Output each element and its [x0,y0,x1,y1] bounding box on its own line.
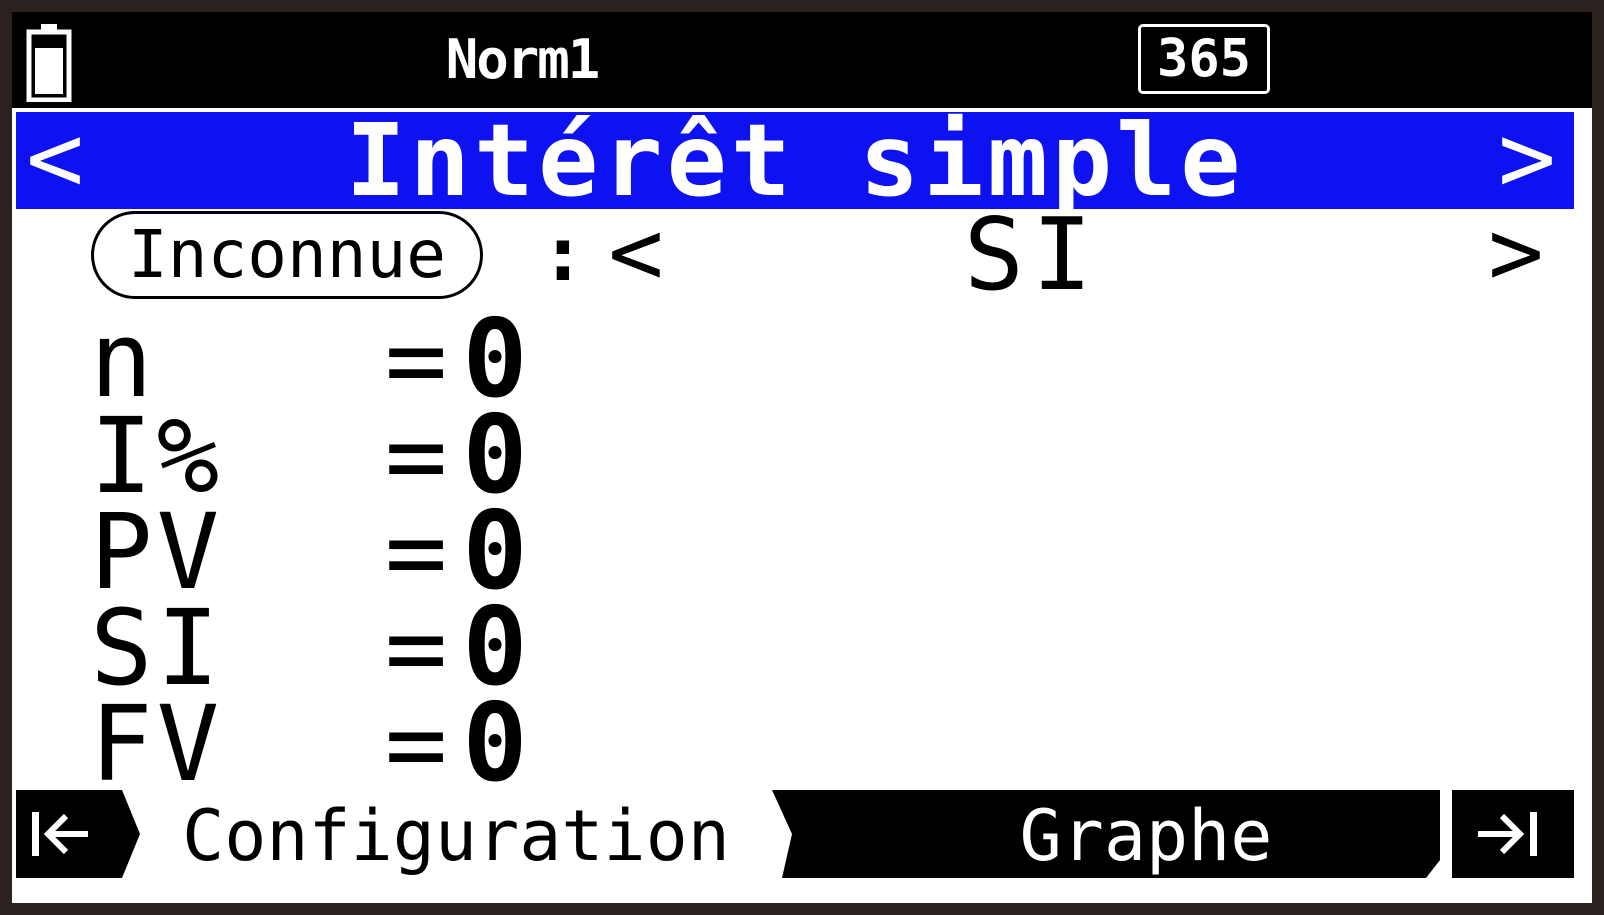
unknown-label: Inconnue [91,211,483,299]
page-title: Intérêt simple [345,102,1245,219]
variable-row-pv[interactable]: PV = 0 [12,491,1592,613]
variable-row-si[interactable]: SI = 0 [12,587,1592,709]
variable-name: PV [90,491,224,613]
unknown-next-arrow-icon[interactable]: > [1486,207,1546,300]
equals-sign: = [384,587,448,709]
jump-to-last-button[interactable] [1452,788,1574,888]
battery-icon [26,22,72,103]
equals-sign: = [384,683,448,805]
tab-configuration[interactable]: Configuration [156,788,756,888]
jump-to-first-button[interactable] [16,788,141,888]
function-bar: Configuration Graphe [16,788,1574,888]
next-page-arrow-icon[interactable]: > [1492,110,1562,209]
variable-name: FV [90,683,224,805]
unknown-value[interactable]: SI [932,205,1132,305]
variable-name: n [90,299,157,421]
previous-page-arrow-icon[interactable]: < [20,110,90,209]
variable-row-n[interactable]: n = 0 [12,299,1592,421]
variable-row-interest-rate[interactable]: I% = 0 [12,395,1592,517]
variable-row-fv[interactable]: FV = 0 [12,683,1592,805]
unknown-separator: : [540,209,586,298]
variable-value[interactable]: 0 [450,690,540,798]
variable-name: I% [90,395,224,517]
title-bar: Intérêt simple < > [16,102,1574,219]
calculator-screen: Norm1 365 Intérêt simple < > Inconnue : … [12,12,1592,903]
tab-graph[interactable]: Graphe [866,788,1426,888]
variable-name: SI [90,587,224,709]
equals-sign: = [384,491,448,613]
unknown-prev-arrow-icon[interactable]: < [606,207,666,300]
equals-sign: = [384,395,448,517]
status-bar: Norm1 365 [12,12,1592,108]
days-per-year-badge: 365 [1138,24,1270,94]
angle-mode-label: Norm1 [445,28,601,91]
equals-sign: = [384,299,448,421]
